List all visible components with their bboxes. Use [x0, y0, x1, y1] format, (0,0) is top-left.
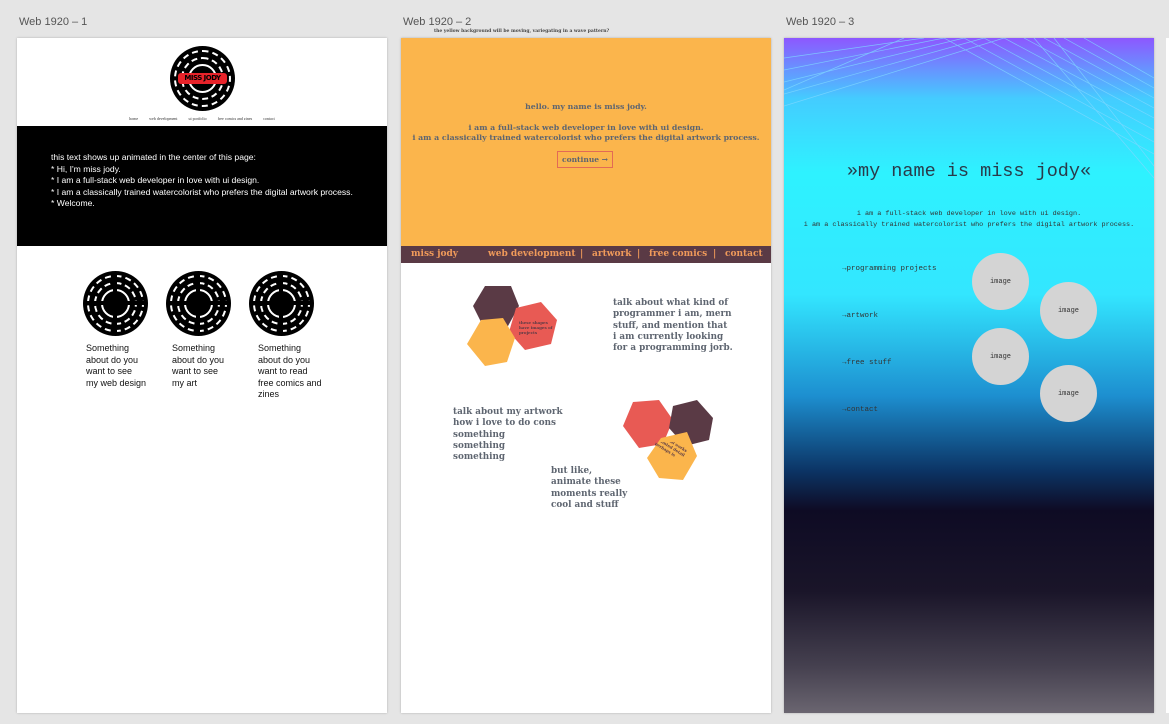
page-title: »my name is miss jody«: [846, 161, 1092, 182]
intro-line: this text shows up animated in the cente…: [51, 152, 256, 162]
artboard-3[interactable]: »my name is miss jody« i am a full-stack…: [784, 38, 1154, 713]
nav-bar-1: home web development ui portfolio free c…: [17, 116, 387, 121]
hex-group-artwork[interactable]: vegetal works painted detail perhaps is: [619, 396, 719, 488]
logo-emblem: MISS JODY: [170, 46, 235, 111]
caption-art: Something about do you want to see my ar…: [172, 343, 225, 388]
artboard-2[interactable]: hello. my name is miss jody. i am a full…: [401, 38, 771, 713]
nav-separator: |: [713, 249, 717, 259]
para-programming: talk about what kind of programmer i am,…: [613, 298, 733, 354]
nav-ui-portfolio[interactable]: ui portfolio: [189, 116, 207, 121]
menu-artwork[interactable]: →artwork: [842, 312, 878, 320]
caption-comics: Something about do you want to read free…: [258, 343, 322, 400]
para-artwork: talk about my artwork how i love to do c…: [453, 407, 563, 463]
menu-contact[interactable]: →contact: [842, 406, 878, 414]
artboard-label-2[interactable]: Web 1920 – 2: [403, 16, 471, 28]
nav-free-comics[interactable]: free comics: [649, 249, 707, 259]
nav-separator: |: [637, 249, 641, 259]
menu-programming[interactable]: →programming projects: [842, 265, 937, 273]
nav-web-development[interactable]: web development: [488, 249, 576, 259]
menu-free-stuff[interactable]: →free stuff: [842, 359, 892, 367]
image-placeholder[interactable]: image: [972, 328, 1029, 385]
intro-black-box: this text shows up animated in the cente…: [17, 126, 387, 246]
artboard-1[interactable]: MISS JODY home web development ui portfo…: [17, 38, 387, 713]
hero-yellow: hello. my name is miss jody. i am a full…: [401, 38, 771, 246]
nav-separator: |: [580, 249, 584, 259]
hero-line-1: i am a full-stack web developer in love …: [468, 123, 704, 132]
hex-note-artwork: vegetal works painted detail perhaps is: [655, 442, 689, 458]
nav-web-development[interactable]: web development: [149, 116, 177, 121]
nav-free-comics[interactable]: free comics and zines: [218, 116, 253, 121]
nav-contact[interactable]: contact: [725, 249, 763, 259]
hero-hello: hello. my name is miss jody.: [525, 102, 647, 111]
emblem-web-design[interactable]: [83, 271, 148, 336]
logo-text: MISS JODY: [178, 73, 227, 84]
design-note: the yellow background will be moving, va…: [434, 29, 610, 34]
subtitle-line-1: i am a full-stack web developer in love …: [856, 210, 1082, 218]
intro-line: * Welcome.: [51, 198, 95, 208]
image-placeholder[interactable]: image: [972, 253, 1029, 310]
para-animate: but like, animate these moments really c…: [551, 466, 628, 510]
nav-home[interactable]: home: [129, 116, 138, 121]
intro-line: * I am a full-stack web developer in lov…: [51, 175, 260, 185]
hex-note-projects: these shapes have images of projects: [519, 320, 553, 335]
caption-web-design: Something about do you want to see my we…: [86, 343, 147, 388]
artboard-label-3[interactable]: Web 1920 – 3: [786, 16, 854, 28]
nav-artwork[interactable]: artwork: [592, 249, 631, 259]
image-placeholder[interactable]: image: [1040, 365, 1097, 422]
image-placeholder[interactable]: image: [1040, 282, 1097, 339]
subtitle-line-2: i am a classically trained watercolorist…: [803, 221, 1135, 229]
emblem-art[interactable]: [166, 271, 231, 336]
hex-group-projects[interactable]: these shapes have images of projects: [463, 282, 563, 372]
nav-bar-2: miss jody web development | artwork | fr…: [401, 246, 771, 263]
emblem-comics[interactable]: [249, 271, 314, 336]
continue-button[interactable]: continue →: [557, 151, 613, 168]
hero-line-2: i am a classically trained watercolorist…: [412, 133, 760, 142]
intro-line: * I am a classically trained watercolori…: [51, 186, 353, 197]
artboard-label-1[interactable]: Web 1920 – 1: [19, 16, 87, 28]
nav-contact[interactable]: contact: [263, 116, 275, 121]
nav-brand[interactable]: miss jody: [411, 249, 458, 259]
intro-line: * Hi, I'm miss jody.: [51, 163, 121, 174]
